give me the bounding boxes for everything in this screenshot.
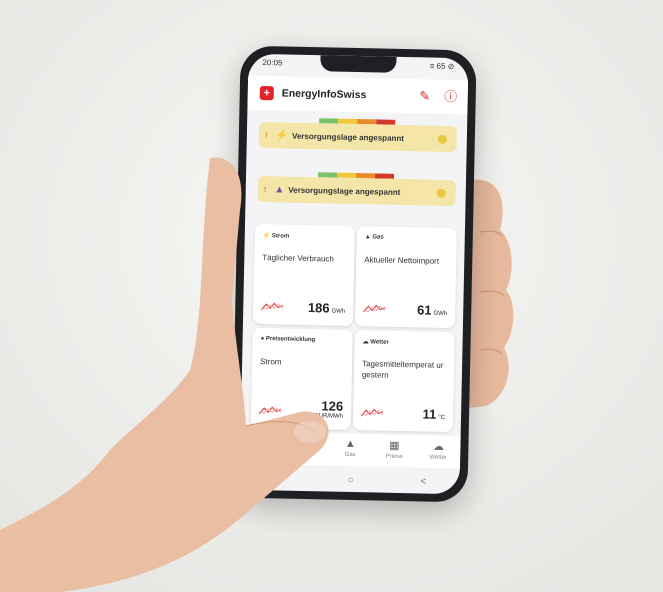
- tab-strom[interactable]: ⚡: [240, 432, 285, 465]
- cloud-icon: ☁: [432, 440, 445, 453]
- banner-text: Versorgungslage angespannt: [288, 185, 401, 197]
- card-value: 61 GWh: [416, 302, 448, 318]
- status-time: 20:05: [262, 58, 283, 68]
- info-icon[interactable]: ⓘ: [442, 88, 460, 106]
- sparkline-icon: [360, 408, 384, 417]
- flame-icon: ▲: [344, 437, 357, 451]
- card-label: Täglicher Verbrauch: [262, 253, 334, 264]
- flame-icon: ▲: [274, 183, 285, 196]
- system-nav-bar: ||| ○ <: [239, 466, 459, 495]
- sparkline-icon: [363, 304, 386, 313]
- card-label: Tagesmitteltemperat ur gestern: [361, 359, 444, 380]
- card-preisentwicklung[interactable]: ● Preisentwicklung Strom 126 EUR/MWh: [250, 327, 353, 430]
- card-wetter[interactable]: ☁ Wetter Tagesmitteltemperat ur gestern …: [352, 330, 455, 433]
- supply-banner-strom[interactable]: ! ⚡ Versorgungslage angespannt: [258, 121, 458, 153]
- status-dot: [437, 134, 447, 144]
- card-tag: ⚡ Strom: [262, 233, 290, 240]
- card-value: 11 °C: [422, 406, 446, 422]
- card-value: 126 EUR/MWh: [314, 398, 344, 420]
- recents-icon[interactable]: |||: [273, 473, 281, 484]
- banner-text: Versorgungslage angespannt: [291, 131, 405, 143]
- tab-gas[interactable]: ▲ Gas: [328, 434, 373, 467]
- warning-icon: !: [264, 130, 268, 140]
- card-label: Strom: [260, 357, 282, 367]
- app-header: + EnergyInfoSwiss ✎ ⓘ: [247, 75, 469, 115]
- bolt-icon: ⚡: [275, 129, 289, 142]
- tab-preise[interactable]: ▦ Preise: [372, 434, 417, 467]
- app-title: EnergyInfoSwiss: [281, 87, 367, 102]
- pencil-icon[interactable]: ✎: [416, 87, 434, 105]
- supply-banner-gas[interactable]: ! ▲ Versorgungslage angespannt: [257, 175, 456, 207]
- tab-hidden[interactable]: ▲: [284, 433, 329, 466]
- status-dot: [436, 188, 446, 198]
- card-gas[interactable]: ▲ Gas Aktueller Nettoimport 61 GWh: [354, 226, 457, 329]
- bottom-tab-bar: ⚡ ▲ ▲ Gas ▦ Preise ☁ Wetter: [240, 431, 461, 469]
- card-strom[interactable]: ⚡ Strom Täglicher Verbrauch 186 GWh: [252, 223, 356, 326]
- sparkline-icon: [261, 302, 284, 311]
- swiss-cross-icon: +: [259, 85, 274, 101]
- flame-icon: ▲: [300, 436, 313, 450]
- home-icon[interactable]: ○: [348, 474, 354, 485]
- card-tag: ☁ Wetter: [362, 339, 389, 346]
- card-tag: ▲ Gas: [364, 234, 384, 241]
- price-icon: ▦: [389, 439, 400, 452]
- camera-notch: [320, 55, 397, 73]
- phone-screen: 20:05 ≡ 65 ⊘ + EnergyInfoSwiss ✎ ⓘ ! ⚡ V…: [239, 53, 469, 495]
- phone: 20:05 ≡ 65 ⊘ + EnergyInfoSwiss ✎ ⓘ ! ⚡ V…: [231, 45, 477, 503]
- warning-icon: !: [263, 184, 267, 194]
- card-value: 186 GWh: [307, 300, 346, 316]
- status-icons: ≡ 65 ⊘: [429, 61, 455, 72]
- back-icon[interactable]: <: [420, 476, 426, 487]
- sparkline-icon: [259, 406, 282, 415]
- bolt-icon: ⚡: [255, 436, 270, 450]
- card-tag: ● Preisentwicklung: [260, 336, 316, 344]
- tab-wetter[interactable]: ☁ Wetter: [416, 435, 461, 468]
- card-label: Aktueller Nettoimport: [364, 255, 440, 266]
